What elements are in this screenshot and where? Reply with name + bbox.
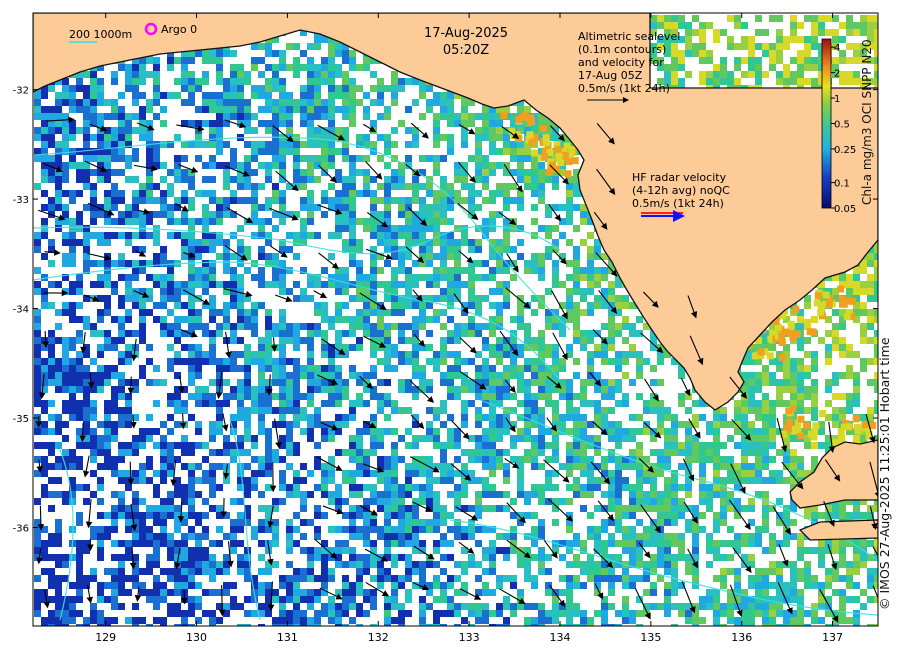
hf-radar-legend: HF radar velocity (4-12h avg) noQC 0.5m/… xyxy=(632,171,730,210)
x-tick-label: 134 xyxy=(549,631,570,644)
x-tick-label: 131 xyxy=(277,631,298,644)
colorbar xyxy=(822,39,831,208)
map-canvas: 129 130 131 132 133 134 135 136 137 -32 -33 -34 -35 -… xyxy=(0,0,900,660)
y-tick-label: -34 xyxy=(13,305,29,316)
hf-line-1: HF radar velocity xyxy=(632,171,727,184)
colorbar-tick-label: 0.25 xyxy=(834,145,856,156)
x-tick-label: 137 xyxy=(822,631,843,644)
map-area xyxy=(33,13,889,631)
colorbar-tick-label: 2 xyxy=(834,69,840,80)
credit-text: © IMOS 27-Aug-2025 11:25:01 Hobart time xyxy=(877,280,897,610)
bathy-legend-label: 200 1000m xyxy=(69,28,132,41)
x-tick-label: 136 xyxy=(731,631,752,644)
colorbar-tick-label: 0.5 xyxy=(834,120,850,131)
x-tick-label: 130 xyxy=(186,631,207,644)
colorbar-title: Chl-a mg/m3 OCI SNPP N20 xyxy=(860,39,874,205)
x-tick-label: 132 xyxy=(368,631,389,644)
colorbar-tick-label: 0.05 xyxy=(834,204,856,215)
hf-line-2: (4-12h avg) noQC xyxy=(632,184,730,197)
map-time: 05:20Z xyxy=(443,43,489,58)
map-date: 17-Aug-2025 xyxy=(424,26,508,41)
x-tick-label: 133 xyxy=(459,631,480,644)
y-tick-label: -32 xyxy=(13,86,29,97)
altimetry-line-1: Altimetric sealevel xyxy=(578,30,680,43)
altimetry-line-4: 17-Aug 05Z xyxy=(578,69,643,82)
y-tick-label: -35 xyxy=(13,414,29,425)
altimetry-line-5: 0.5m/s (1kt 24h) xyxy=(578,82,670,95)
x-tick-label: 135 xyxy=(640,631,661,644)
altimetry-line-3: and velocity for xyxy=(578,56,664,69)
y-tick-label: -36 xyxy=(13,523,29,534)
map-figure: 129 130 131 132 133 134 135 136 137 -32 -33 -34 -35 -… xyxy=(0,0,900,660)
argo-legend-label: Argo 0 xyxy=(161,23,197,36)
altimetry-line-2: (0.1m contours) xyxy=(578,43,666,56)
colorbar-tick-label: 4 xyxy=(834,43,840,54)
colorbar-tick-label: 0.1 xyxy=(834,179,850,190)
hf-line-3: 0.5m/s (1kt 24h) xyxy=(632,197,724,210)
colorbar-tick-label: 1 xyxy=(834,94,840,105)
y-tick-label: -33 xyxy=(13,195,29,206)
x-tick-label: 129 xyxy=(95,631,116,644)
